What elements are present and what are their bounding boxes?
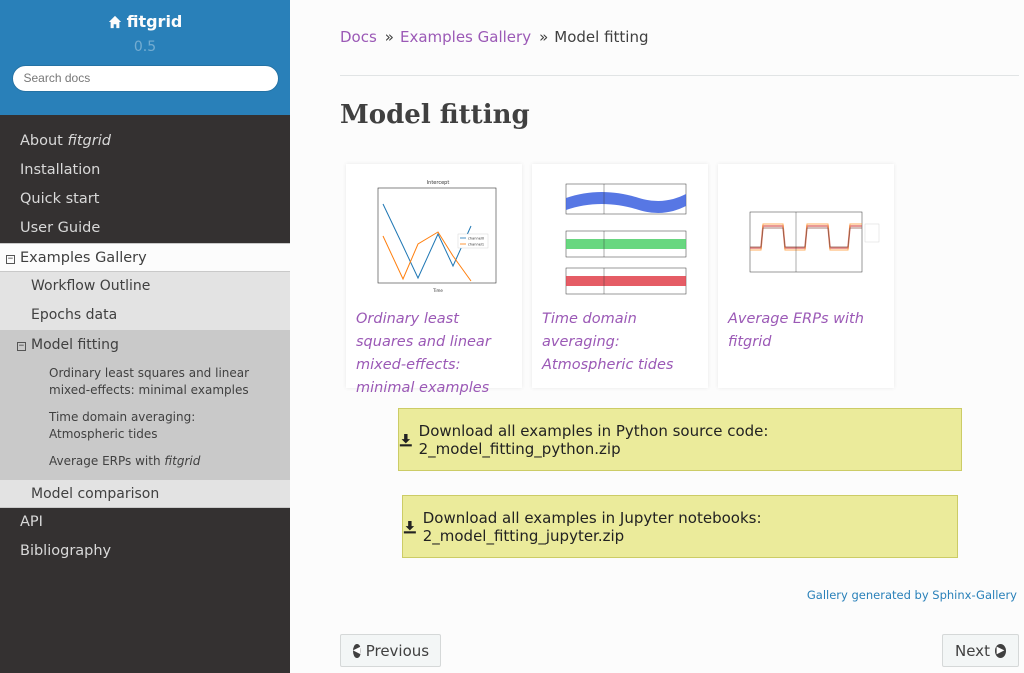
sidebar-item-label: Bibliography bbox=[20, 543, 112, 559]
next-label: Next bbox=[955, 641, 990, 660]
download-jupyter-label: Download all examples in Jupyter noteboo… bbox=[422, 508, 762, 545]
thumbnail-line-plot: Intercept channel0 channel1 Time bbox=[377, 180, 497, 293]
previous-button[interactable]: ◀ Previous bbox=[340, 634, 441, 667]
sidebar-item-ols-lme[interactable]: Ordinary least squares and linear mixed-… bbox=[0, 360, 290, 404]
sidebar-item-epochs-data[interactable]: Epochs data bbox=[0, 301, 290, 330]
sidebar-item-label-em: fitgrid bbox=[67, 133, 111, 149]
sidebar-item-label: Quick start bbox=[20, 191, 100, 207]
breadcrumb-gallery-link[interactable]: Examples Gallery bbox=[400, 28, 531, 46]
divider bbox=[340, 75, 1019, 76]
sidebar-item-average-erps[interactable]: Average ERPs with fitgrid bbox=[0, 448, 290, 475]
arrow-circle-left-icon: ◀ bbox=[353, 643, 361, 658]
home-icon bbox=[108, 15, 121, 28]
sidebar-item-model-comparison[interactable]: Model comparison bbox=[0, 479, 290, 508]
collapse-toggle-icon[interactable]: − bbox=[17, 342, 26, 351]
thumbnail-band-plot bbox=[565, 183, 687, 295]
sidebar-menu: About fitgrid Installation Quick start U… bbox=[0, 127, 290, 566]
download-icon bbox=[399, 433, 412, 446]
sidebar-item-bibliography[interactable]: Bibliography bbox=[0, 537, 290, 566]
sidebar-item-label: Time domain averaging: Atmospheric tides bbox=[49, 410, 196, 441]
download-icon bbox=[403, 520, 416, 533]
sidebar-item-user-guide[interactable]: User Guide bbox=[0, 214, 290, 243]
download-python-button[interactable]: Download all examples in Python source c… bbox=[398, 408, 962, 471]
breadcrumb-separator: » bbox=[539, 28, 549, 46]
sidebar-item-about[interactable]: About fitgrid bbox=[0, 127, 290, 156]
sidebar-item-workflow-outline[interactable]: Workflow Outline bbox=[0, 272, 290, 301]
sphinx-gallery-link[interactable]: Gallery generated by Sphinx-Gallery bbox=[807, 588, 1017, 602]
breadcrumb-current: Model fitting bbox=[554, 28, 649, 46]
download-jupyter-button[interactable]: Download all examples in Jupyter noteboo… bbox=[402, 495, 958, 558]
breadcrumb: Docs » Examples Gallery » Model fitting bbox=[340, 28, 648, 46]
sidebar-item-label: Workflow Outline bbox=[31, 278, 151, 294]
arrow-circle-right-icon: ▶ bbox=[994, 643, 1006, 658]
sidebar-subsection: Ordinary least squares and linear mixed-… bbox=[0, 360, 290, 479]
sidebar-item-label-em: fitgrid bbox=[164, 454, 201, 468]
sidebar-item-label: Average ERPs with bbox=[49, 454, 165, 468]
sidebar-item-label: Installation bbox=[20, 162, 101, 178]
thumbnail-erp-plot bbox=[749, 211, 880, 273]
gallery-card-average-erps[interactable]: Average ERPs with fitgrid bbox=[718, 164, 894, 388]
sidebar-item-label: Model comparison bbox=[31, 486, 160, 502]
sidebar-item-label: Examples Gallery bbox=[20, 250, 147, 266]
thumb-xlabel: Time bbox=[432, 288, 443, 293]
sidebar-item-label: Epochs data bbox=[31, 307, 118, 323]
gallery-card-time-domain[interactable]: Time domain averaging: Atmospheric tides bbox=[532, 164, 708, 388]
version-label: 0.5 bbox=[133, 38, 157, 55]
sidebar-item-model-fitting[interactable]: − Model fitting bbox=[0, 330, 290, 360]
breadcrumb-docs-link[interactable]: Docs bbox=[340, 28, 377, 46]
sidebar-item-quick-start[interactable]: Quick start bbox=[0, 185, 290, 214]
search-input[interactable] bbox=[11, 64, 279, 92]
brand-label: fitgrid bbox=[126, 12, 183, 31]
sidebar-item-label: About bbox=[20, 133, 68, 149]
sidebar-item-time-domain[interactable]: Time domain averaging: Atmospheric tides bbox=[0, 404, 290, 448]
sidebar: fitgrid 0.5 About fitgrid Installation Q… bbox=[0, 0, 290, 673]
collapse-toggle-icon[interactable]: − bbox=[6, 255, 15, 264]
page-title: Model fitting bbox=[340, 100, 530, 130]
previous-label: Previous bbox=[365, 641, 430, 660]
sidebar-item-label: Model fitting bbox=[31, 337, 119, 353]
sidebar-item-examples-gallery[interactable]: − Examples Gallery bbox=[0, 243, 290, 272]
main-content: Docs » Examples Gallery » Model fitting Mode… bbox=[290, 0, 1024, 673]
gallery-card-caption[interactable]: Average ERPs with fitgrid bbox=[728, 308, 888, 354]
breadcrumb-separator: » bbox=[384, 28, 394, 46]
sidebar-item-installation[interactable]: Installation bbox=[0, 156, 290, 185]
sidebar-item-label: API bbox=[20, 514, 43, 530]
sidebar-item-api[interactable]: API bbox=[0, 508, 290, 537]
legend-label: channel1 bbox=[468, 243, 484, 247]
sidebar-item-label: Ordinary least squares and linear mixed-… bbox=[49, 366, 250, 397]
gallery-card-caption[interactable]: Ordinary least squares and linear mixed-… bbox=[356, 308, 516, 400]
thumb-title: Intercept bbox=[427, 180, 450, 186]
legend-label: channel0 bbox=[468, 237, 484, 241]
next-button[interactable]: Next ▶ bbox=[942, 634, 1019, 667]
gallery-card-ols[interactable]: Intercept channel0 channel1 Time Ordinar… bbox=[346, 164, 522, 396]
brand-link[interactable]: fitgrid bbox=[108, 12, 183, 31]
gallery-card-caption[interactable]: Time domain averaging: Atmospheric tides bbox=[542, 308, 702, 377]
download-python-label: Download all examples in Python source c… bbox=[418, 421, 769, 458]
sidebar-item-label: User Guide bbox=[20, 220, 101, 236]
sidebar-header: fitgrid 0.5 bbox=[0, 0, 290, 115]
